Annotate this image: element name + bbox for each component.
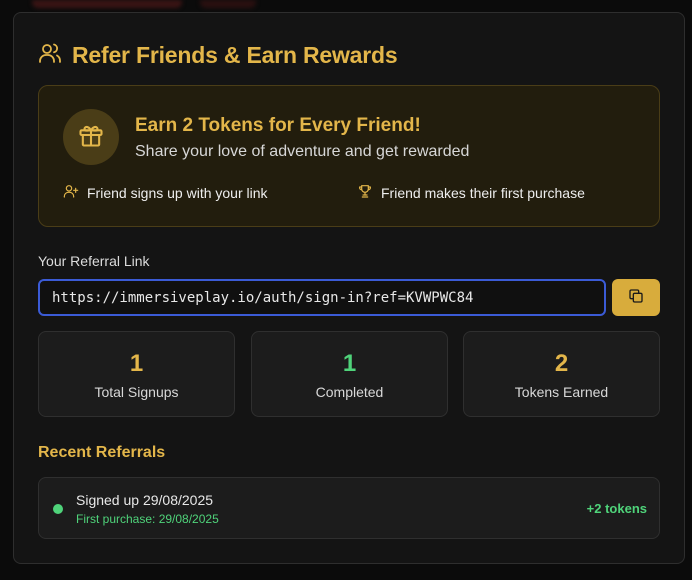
topbar-blur-left — [32, 0, 182, 8]
step-signup-label: Friend signs up with your link — [87, 184, 268, 201]
referral-status: Signed up 29/08/2025 — [76, 492, 214, 508]
user-plus-icon — [63, 183, 79, 202]
referral-card: Refer Friends & Earn Rewards Earn 2 Toke… — [13, 12, 685, 564]
step-purchase: Friend makes their first purchase — [357, 183, 585, 202]
list-item: Signed up 29/08/2025 First purchase: 29/… — [38, 477, 660, 539]
copy-icon — [628, 288, 644, 307]
stat-label: Total Signups — [94, 384, 179, 400]
stat-total-signups: 1 Total Signups — [38, 331, 235, 417]
promo-banner: Earn 2 Tokens for Every Friend! Share yo… — [38, 85, 660, 227]
stat-value: 1 — [129, 350, 144, 377]
step-purchase-label: Friend makes their first purchase — [381, 184, 585, 201]
stat-label: Completed — [315, 384, 384, 400]
card-header: Refer Friends & Earn Rewards — [38, 41, 398, 70]
gift-icon — [77, 121, 105, 154]
stat-completed: 1 Completed — [251, 331, 448, 417]
topbar-remnant — [32, 0, 262, 10]
trophy-icon — [357, 183, 373, 202]
gift-badge — [63, 109, 119, 165]
topbar-blur-right — [200, 0, 256, 8]
promo-subtitle: Share your love of adventure and get rew… — [135, 143, 470, 160]
copy-link-button[interactable] — [612, 279, 660, 316]
stat-tokens-earned: 2 Tokens Earned — [463, 331, 660, 417]
stat-value: 1 — [342, 350, 357, 377]
stat-value: 2 — [554, 350, 569, 377]
stat-label: Tokens Earned — [514, 384, 609, 400]
referral-link-label: Your Referral Link — [38, 253, 150, 269]
referral-link-input[interactable] — [38, 279, 606, 316]
referral-detail: First purchase: 29/08/2025 — [76, 512, 219, 526]
users-icon — [38, 41, 62, 70]
promo-title: Earn 2 Tokens for Every Friend! — [135, 115, 421, 136]
step-signup: Friend signs up with your link — [63, 183, 268, 202]
referral-reward: +2 tokens — [586, 501, 647, 516]
status-dot — [53, 504, 63, 514]
page-title: Refer Friends & Earn Rewards — [72, 42, 398, 68]
recent-referrals-title: Recent Referrals — [38, 444, 166, 461]
